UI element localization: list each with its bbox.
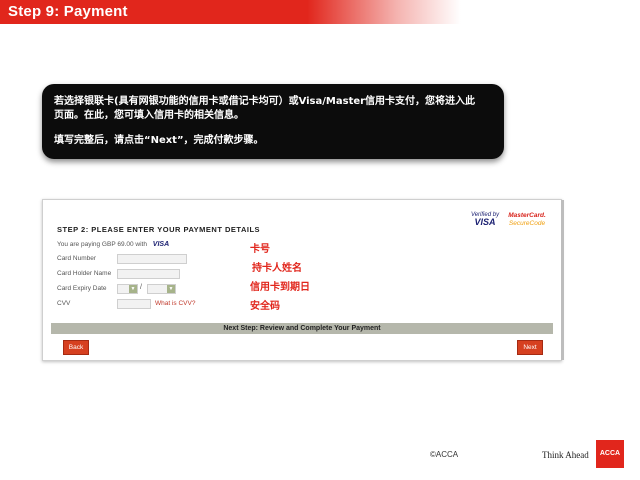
card-security-logos: Verified by VISA MasterCard. SecureCode (469, 212, 549, 232)
header-bar: Step 9: Payment (0, 0, 640, 24)
tagline: Think Ahead (542, 450, 589, 460)
next-button[interactable]: Next (517, 340, 543, 355)
expiry-label: Card Expiry Date (57, 285, 107, 292)
chevron-down-icon: ▼ (129, 285, 137, 293)
annotation-holder-name: 持卡人姓名 (252, 263, 302, 274)
mc-top-text: MasterCard. (508, 212, 546, 219)
chevron-down-icon: ▼ (167, 285, 175, 293)
vbv-main-text: VISA (474, 217, 496, 227)
expiry-year-select[interactable]: ▼ (147, 284, 176, 294)
page-title: Step 9: Payment (8, 3, 128, 20)
panel-edge (561, 200, 564, 360)
back-button[interactable]: Back (63, 340, 89, 355)
annotation-expiry: 信用卡到期日 (250, 282, 310, 293)
callout-line-1: 若选择银联卡(具有网银功能的信用卡或借记卡均可）或Visa/Master信用卡支… (54, 96, 476, 107)
step-title: STEP 2: PLEASE ENTER YOUR PAYMENT DETAIL… (57, 225, 261, 234)
callout-line-3: 填写完整后，请点击“Next”，完成付款步骤。 (54, 135, 264, 146)
paying-summary: You are paying GBP 69.00 with VISA (57, 241, 169, 248)
card-number-label: Card Number (57, 255, 97, 262)
holder-name-input[interactable] (117, 269, 180, 279)
next-step-bar: Next Step: Review and Complete Your Paym… (51, 323, 553, 334)
cvv-help-link[interactable]: What is CVV? (155, 300, 195, 307)
copyright-text: ©ACCA (430, 450, 459, 459)
acca-logo: ACCA (596, 440, 624, 468)
annotation-cvv: 安全码 (250, 301, 280, 312)
instruction-callout: 若选择银联卡(具有网银功能的信用卡或借记卡均可）或Visa/Master信用卡支… (42, 84, 504, 159)
card-number-input[interactable] (117, 254, 187, 264)
cvv-input[interactable] (117, 299, 151, 309)
cvv-label: CVV (57, 300, 71, 307)
paying-text: You are paying GBP 69.00 with (57, 241, 147, 248)
holder-name-label: Card Holder Name (57, 270, 112, 277)
verified-by-visa-logo: Verified by VISA (469, 212, 501, 227)
callout-line-2: 页面。在此，您可填入信用卡的相关信息。 (54, 110, 244, 121)
mastercard-securecode-logo: MasterCard. SecureCode (505, 212, 549, 228)
expiry-separator: / (140, 284, 142, 291)
visa-card-icon: VISA (152, 241, 170, 248)
expiry-month-select[interactable]: ▼ (117, 284, 138, 294)
annotation-card-number: 卡号 (250, 244, 270, 255)
next-step-text: Next Step: Review and Complete Your Paym… (223, 325, 381, 332)
mc-main-text: SecureCode (508, 220, 546, 227)
